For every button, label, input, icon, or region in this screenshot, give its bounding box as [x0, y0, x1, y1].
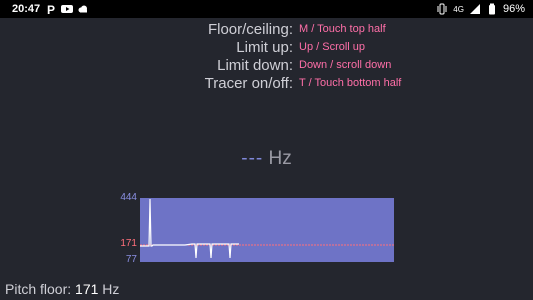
pitch-floor-label: Pitch floor: [5, 281, 72, 297]
help-keys: T / Touch bottom half [299, 77, 402, 89]
status-bar: 20:47 P 4G 96% [0, 0, 533, 18]
pitch-value: --- [241, 148, 264, 169]
pitch-graph-canvas [140, 198, 394, 259]
status-time: 20:47 [12, 3, 41, 15]
axis-label-floor: 171 [120, 238, 137, 249]
pitch-floor-unit: Hz [102, 281, 120, 297]
pitch-floor: Pitch floor: 171 Hz [5, 281, 119, 297]
battery-percent: 96% [502, 3, 525, 15]
help-keys: Down / scroll down [299, 59, 392, 71]
axis-label-top: 444 [120, 192, 137, 203]
system-icons: 4G 96% [436, 2, 525, 16]
help-keys: Up / Scroll up [299, 41, 366, 53]
pitch-trace [140, 198, 239, 259]
help-action: Limit up: [236, 38, 293, 56]
vibrate-icon [436, 3, 448, 15]
help-action: Limit down: [217, 56, 293, 74]
youtube-icon [61, 3, 73, 15]
help-row-limit-up: Limit up: Up / Scroll up [129, 38, 529, 56]
shortcut-help: Floor/ceiling: M / Touch top half Limit … [129, 20, 529, 92]
svg-text:P: P [47, 3, 55, 15]
cloud-icon [77, 3, 89, 15]
network-type: 4G [453, 4, 464, 14]
pitch-graph[interactable] [140, 198, 394, 262]
signal-icon [469, 3, 481, 15]
axis-label-bottom: 77 [125, 254, 137, 265]
help-action: Floor/ceiling: [207, 20, 293, 38]
pitch-readout: --- Hz [0, 148, 533, 170]
help-row-limit-down: Limit down: Down / scroll down [129, 56, 529, 74]
help-action: Tracer on/off: [204, 74, 293, 92]
notification-icons: P [45, 2, 89, 17]
help-row-floor-ceiling: Floor/ceiling: M / Touch top half [129, 20, 529, 38]
help-row-tracer: Tracer on/off: T / Touch bottom half [129, 74, 529, 92]
parking-icon: P [45, 3, 57, 17]
pitch-unit: Hz [268, 148, 292, 169]
battery-icon [486, 3, 498, 15]
pitch-floor-value: 171 [75, 281, 99, 297]
help-keys: M / Touch top half [299, 23, 386, 35]
